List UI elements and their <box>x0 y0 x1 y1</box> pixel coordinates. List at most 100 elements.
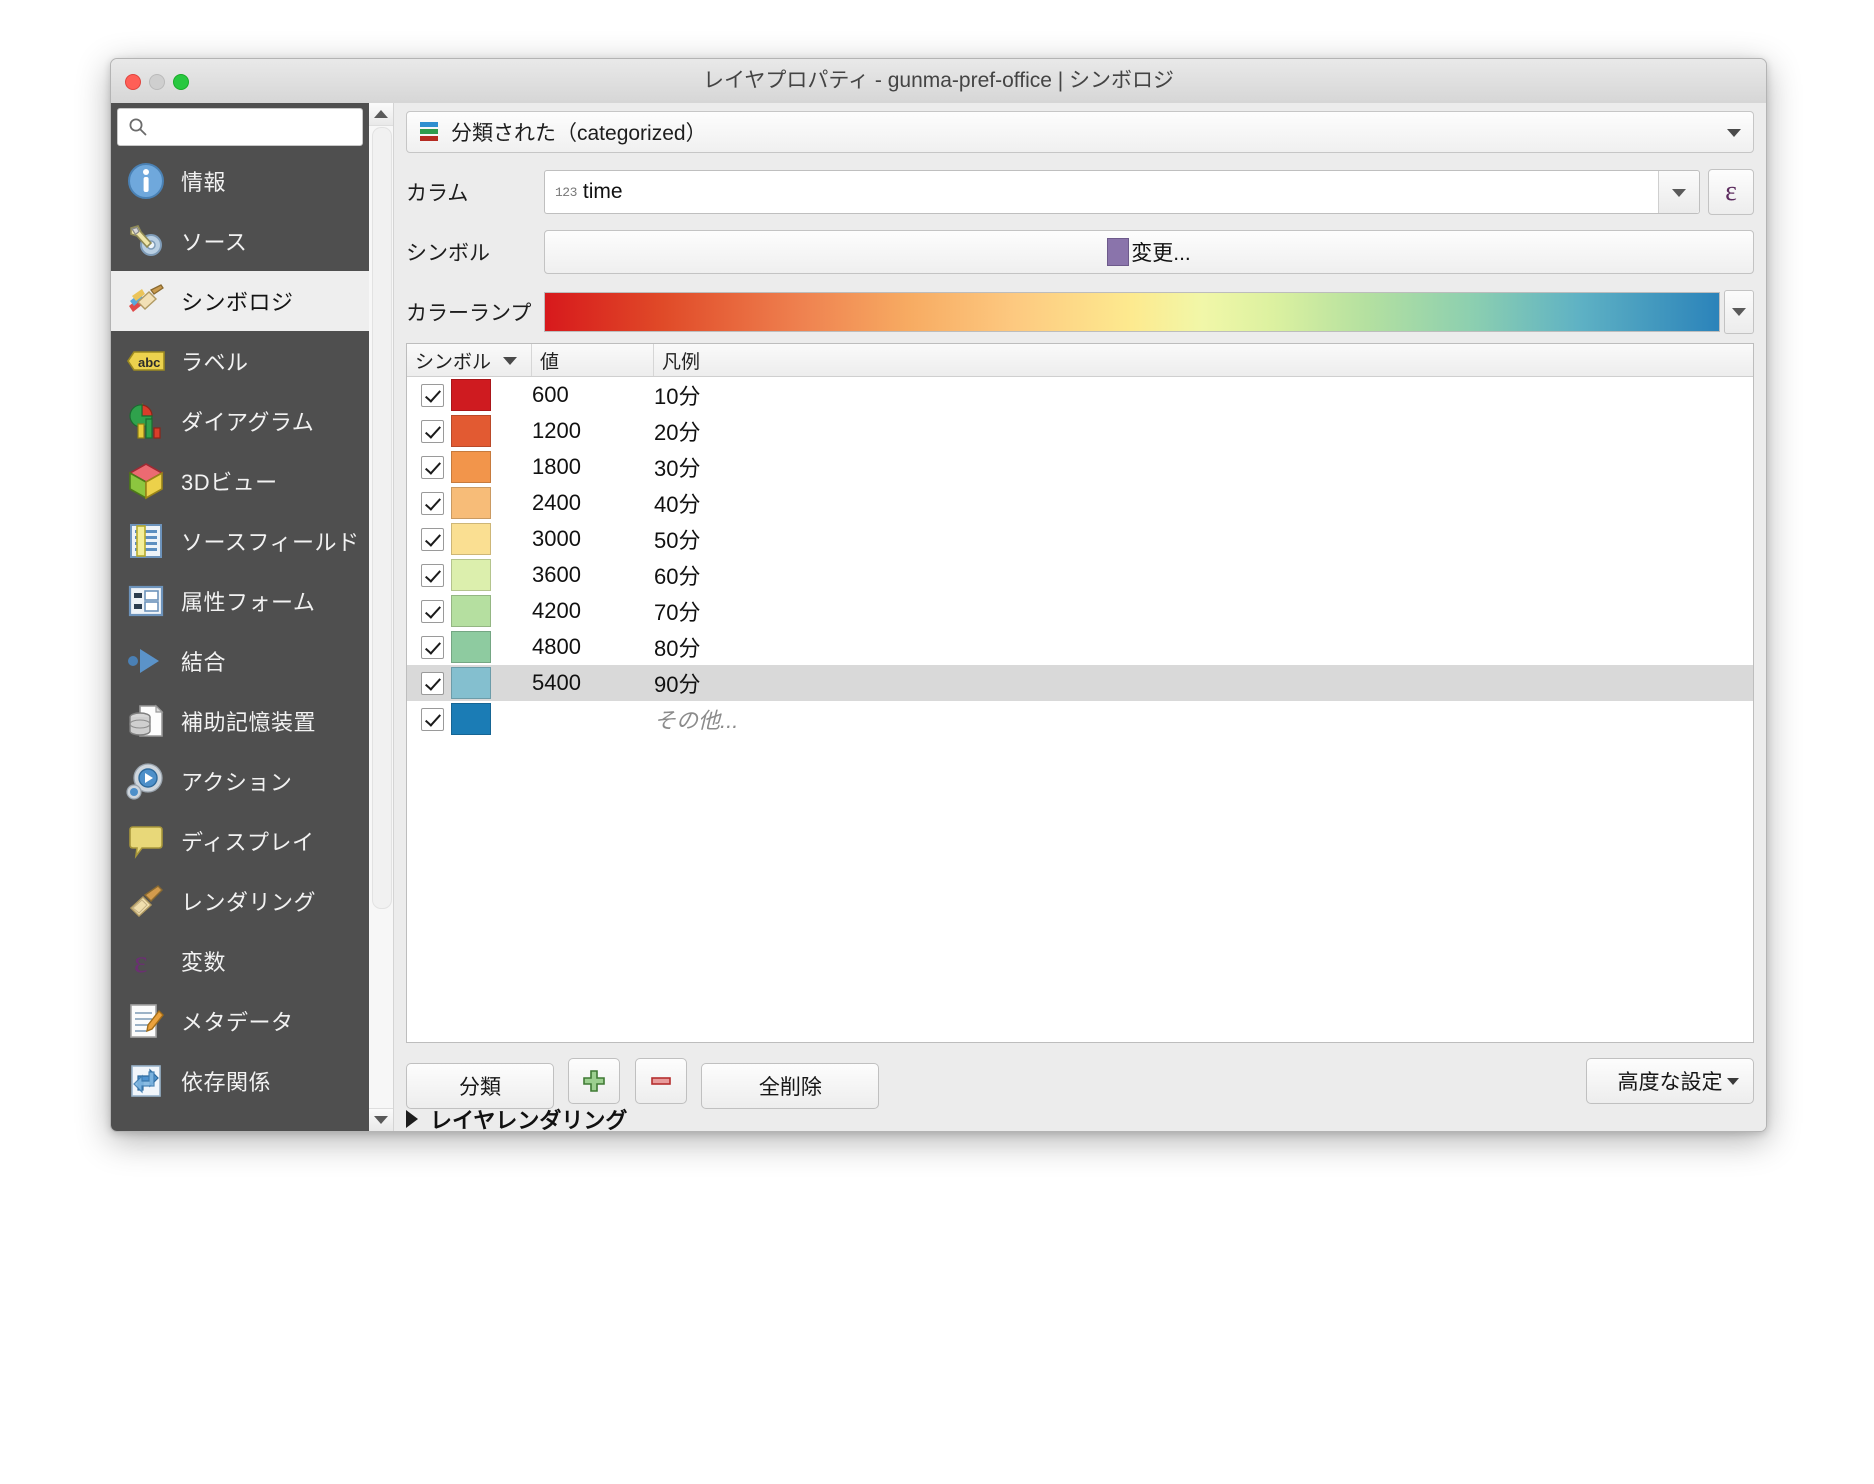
row-legend-cell[interactable]: 60分 <box>654 559 1753 591</box>
row-symbol-cell[interactable] <box>451 631 532 663</box>
row-symbol-cell[interactable] <box>451 451 532 483</box>
row-checkbox[interactable] <box>421 708 444 731</box>
color-ramp-preview[interactable] <box>544 292 1720 332</box>
row-symbol-cell[interactable] <box>451 667 532 699</box>
sidebar-item-actions[interactable]: アクション <box>111 751 369 811</box>
table-row[interactable]: 480080分 <box>407 629 1753 665</box>
row-symbol-cell[interactable] <box>451 559 532 591</box>
row-legend-cell[interactable]: 20分 <box>654 415 1753 447</box>
sidebar-item-attributes-form[interactable]: 属性フォーム <box>111 571 369 631</box>
table-row[interactable]: 240040分 <box>407 485 1753 521</box>
column-header-legend[interactable]: 凡例 <box>654 344 1753 376</box>
column-header-symbol[interactable]: シンボル <box>407 344 532 376</box>
sidebar-item-auxiliary-storage[interactable]: 補助記憶装置 <box>111 691 369 751</box>
scroll-up-arrow[interactable] <box>369 103 393 126</box>
row-value-cell[interactable]: 2400 <box>532 490 654 516</box>
row-value-cell[interactable]: 1200 <box>532 418 654 444</box>
row-checkbox[interactable] <box>421 384 444 407</box>
remove-category-button[interactable] <box>635 1058 687 1104</box>
row-checkbox[interactable] <box>421 636 444 659</box>
table-row[interactable]: 540090分 <box>407 665 1753 701</box>
add-category-button[interactable] <box>568 1058 620 1104</box>
table-row[interactable]: その他... <box>407 701 1753 737</box>
row-value-cell[interactable]: 4200 <box>532 598 654 624</box>
sidebar-item-labels[interactable]: abc ラベル <box>111 331 369 391</box>
symbol-color-swatch[interactable] <box>451 559 491 591</box>
sidebar-item-display[interactable]: ディスプレイ <box>111 811 369 871</box>
table-row[interactable]: 420070分 <box>407 593 1753 629</box>
column-dropdown-button[interactable] <box>1658 171 1699 213</box>
row-legend-cell[interactable]: 90分 <box>654 667 1753 699</box>
symbol-color-swatch[interactable] <box>451 415 491 447</box>
delete-all-button[interactable]: 全削除 <box>701 1063 879 1109</box>
renderer-type-combobox[interactable]: 分類された（categorized） <box>406 111 1754 153</box>
row-legend-cell[interactable]: 30分 <box>654 451 1753 483</box>
row-checkbox[interactable] <box>421 420 444 443</box>
symbol-color-swatch[interactable] <box>451 631 491 663</box>
row-legend-cell[interactable]: 40分 <box>654 487 1753 519</box>
row-symbol-cell[interactable] <box>451 595 532 627</box>
table-row[interactable]: 360060分 <box>407 557 1753 593</box>
table-row[interactable]: 60010分 <box>407 377 1753 413</box>
row-legend-cell[interactable]: その他... <box>654 703 1753 735</box>
row-value-cell[interactable]: 5400 <box>532 670 654 696</box>
row-value-cell[interactable]: 3000 <box>532 526 654 552</box>
change-symbol-button[interactable]: 変更... <box>544 230 1754 274</box>
symbol-color-swatch[interactable] <box>451 667 491 699</box>
sidebar-item-3d-view[interactable]: 3Dビュー <box>111 451 369 511</box>
scroll-down-arrow[interactable] <box>369 1108 393 1131</box>
sidebar-item-dependencies[interactable]: 依存関係 <box>111 1051 369 1111</box>
row-value-cell[interactable]: 4800 <box>532 634 654 660</box>
row-checkbox[interactable] <box>421 564 444 587</box>
row-checkbox[interactable] <box>421 528 444 551</box>
symbol-color-swatch[interactable] <box>451 523 491 555</box>
sidebar-item-metadata[interactable]: メタデータ <box>111 991 369 1051</box>
table-row[interactable]: 120020分 <box>407 413 1753 449</box>
sidebar-item-rendering[interactable]: レンダリング <box>111 871 369 931</box>
symbol-color-swatch[interactable] <box>451 451 491 483</box>
symbol-label: シンボル <box>406 237 544 267</box>
sidebar-item-information[interactable]: 情報 <box>111 151 369 211</box>
symbol-color-swatch[interactable] <box>451 379 491 411</box>
row-value-cell[interactable]: 1800 <box>532 454 654 480</box>
scrollbar-thumb[interactable] <box>372 127 392 909</box>
row-legend-cell[interactable]: 10分 <box>654 379 1753 411</box>
symbol-color-swatch[interactable] <box>451 595 491 627</box>
categories-table[interactable]: シンボル 値 凡例 60010分120020分180030分240040分300… <box>406 343 1754 1043</box>
row-checkbox[interactable] <box>421 600 444 623</box>
sidebar-item-source[interactable]: ソース <box>111 211 369 271</box>
sidebar-scrollbar[interactable] <box>369 103 394 1131</box>
symbol-color-swatch[interactable] <box>451 487 491 519</box>
expression-button[interactable]: ε <box>1708 169 1754 215</box>
column-header-value[interactable]: 値 <box>532 344 654 376</box>
column-field[interactable]: 123 time <box>544 170 1700 214</box>
row-value-cell[interactable]: 600 <box>532 382 654 408</box>
row-checkbox[interactable] <box>421 456 444 479</box>
symbol-color-swatch[interactable] <box>451 703 491 735</box>
row-checkbox[interactable] <box>421 492 444 515</box>
sidebar-search[interactable] <box>117 108 363 146</box>
row-legend-cell[interactable]: 70分 <box>654 595 1753 627</box>
search-input[interactable] <box>156 109 356 147</box>
row-symbol-cell[interactable] <box>451 379 532 411</box>
row-checkbox[interactable] <box>421 672 444 695</box>
disclosure-triangle-icon[interactable] <box>406 1110 418 1128</box>
row-symbol-cell[interactable] <box>451 703 532 735</box>
color-ramp-dropdown-button[interactable] <box>1724 290 1754 334</box>
sidebar-item-source-fields[interactable]: ソースフィールド <box>111 511 369 571</box>
row-symbol-cell[interactable] <box>451 523 532 555</box>
row-value-cell[interactable]: 3600 <box>532 562 654 588</box>
advanced-button[interactable]: 高度な設定 <box>1586 1058 1754 1104</box>
color-ramp-control[interactable] <box>544 290 1754 334</box>
sidebar-item-variables[interactable]: ε 変数 <box>111 931 369 991</box>
layer-rendering-section[interactable]: レイヤレンダリング <box>406 1103 627 1132</box>
row-symbol-cell[interactable] <box>451 487 532 519</box>
table-row[interactable]: 300050分 <box>407 521 1753 557</box>
row-symbol-cell[interactable] <box>451 415 532 447</box>
sidebar-item-diagrams[interactable]: ダイアグラム <box>111 391 369 451</box>
row-legend-cell[interactable]: 80分 <box>654 631 1753 663</box>
row-legend-cell[interactable]: 50分 <box>654 523 1753 555</box>
table-row[interactable]: 180030分 <box>407 449 1753 485</box>
sidebar-item-symbology[interactable]: シンボロジ <box>111 271 369 331</box>
sidebar-item-joins[interactable]: 結合 <box>111 631 369 691</box>
